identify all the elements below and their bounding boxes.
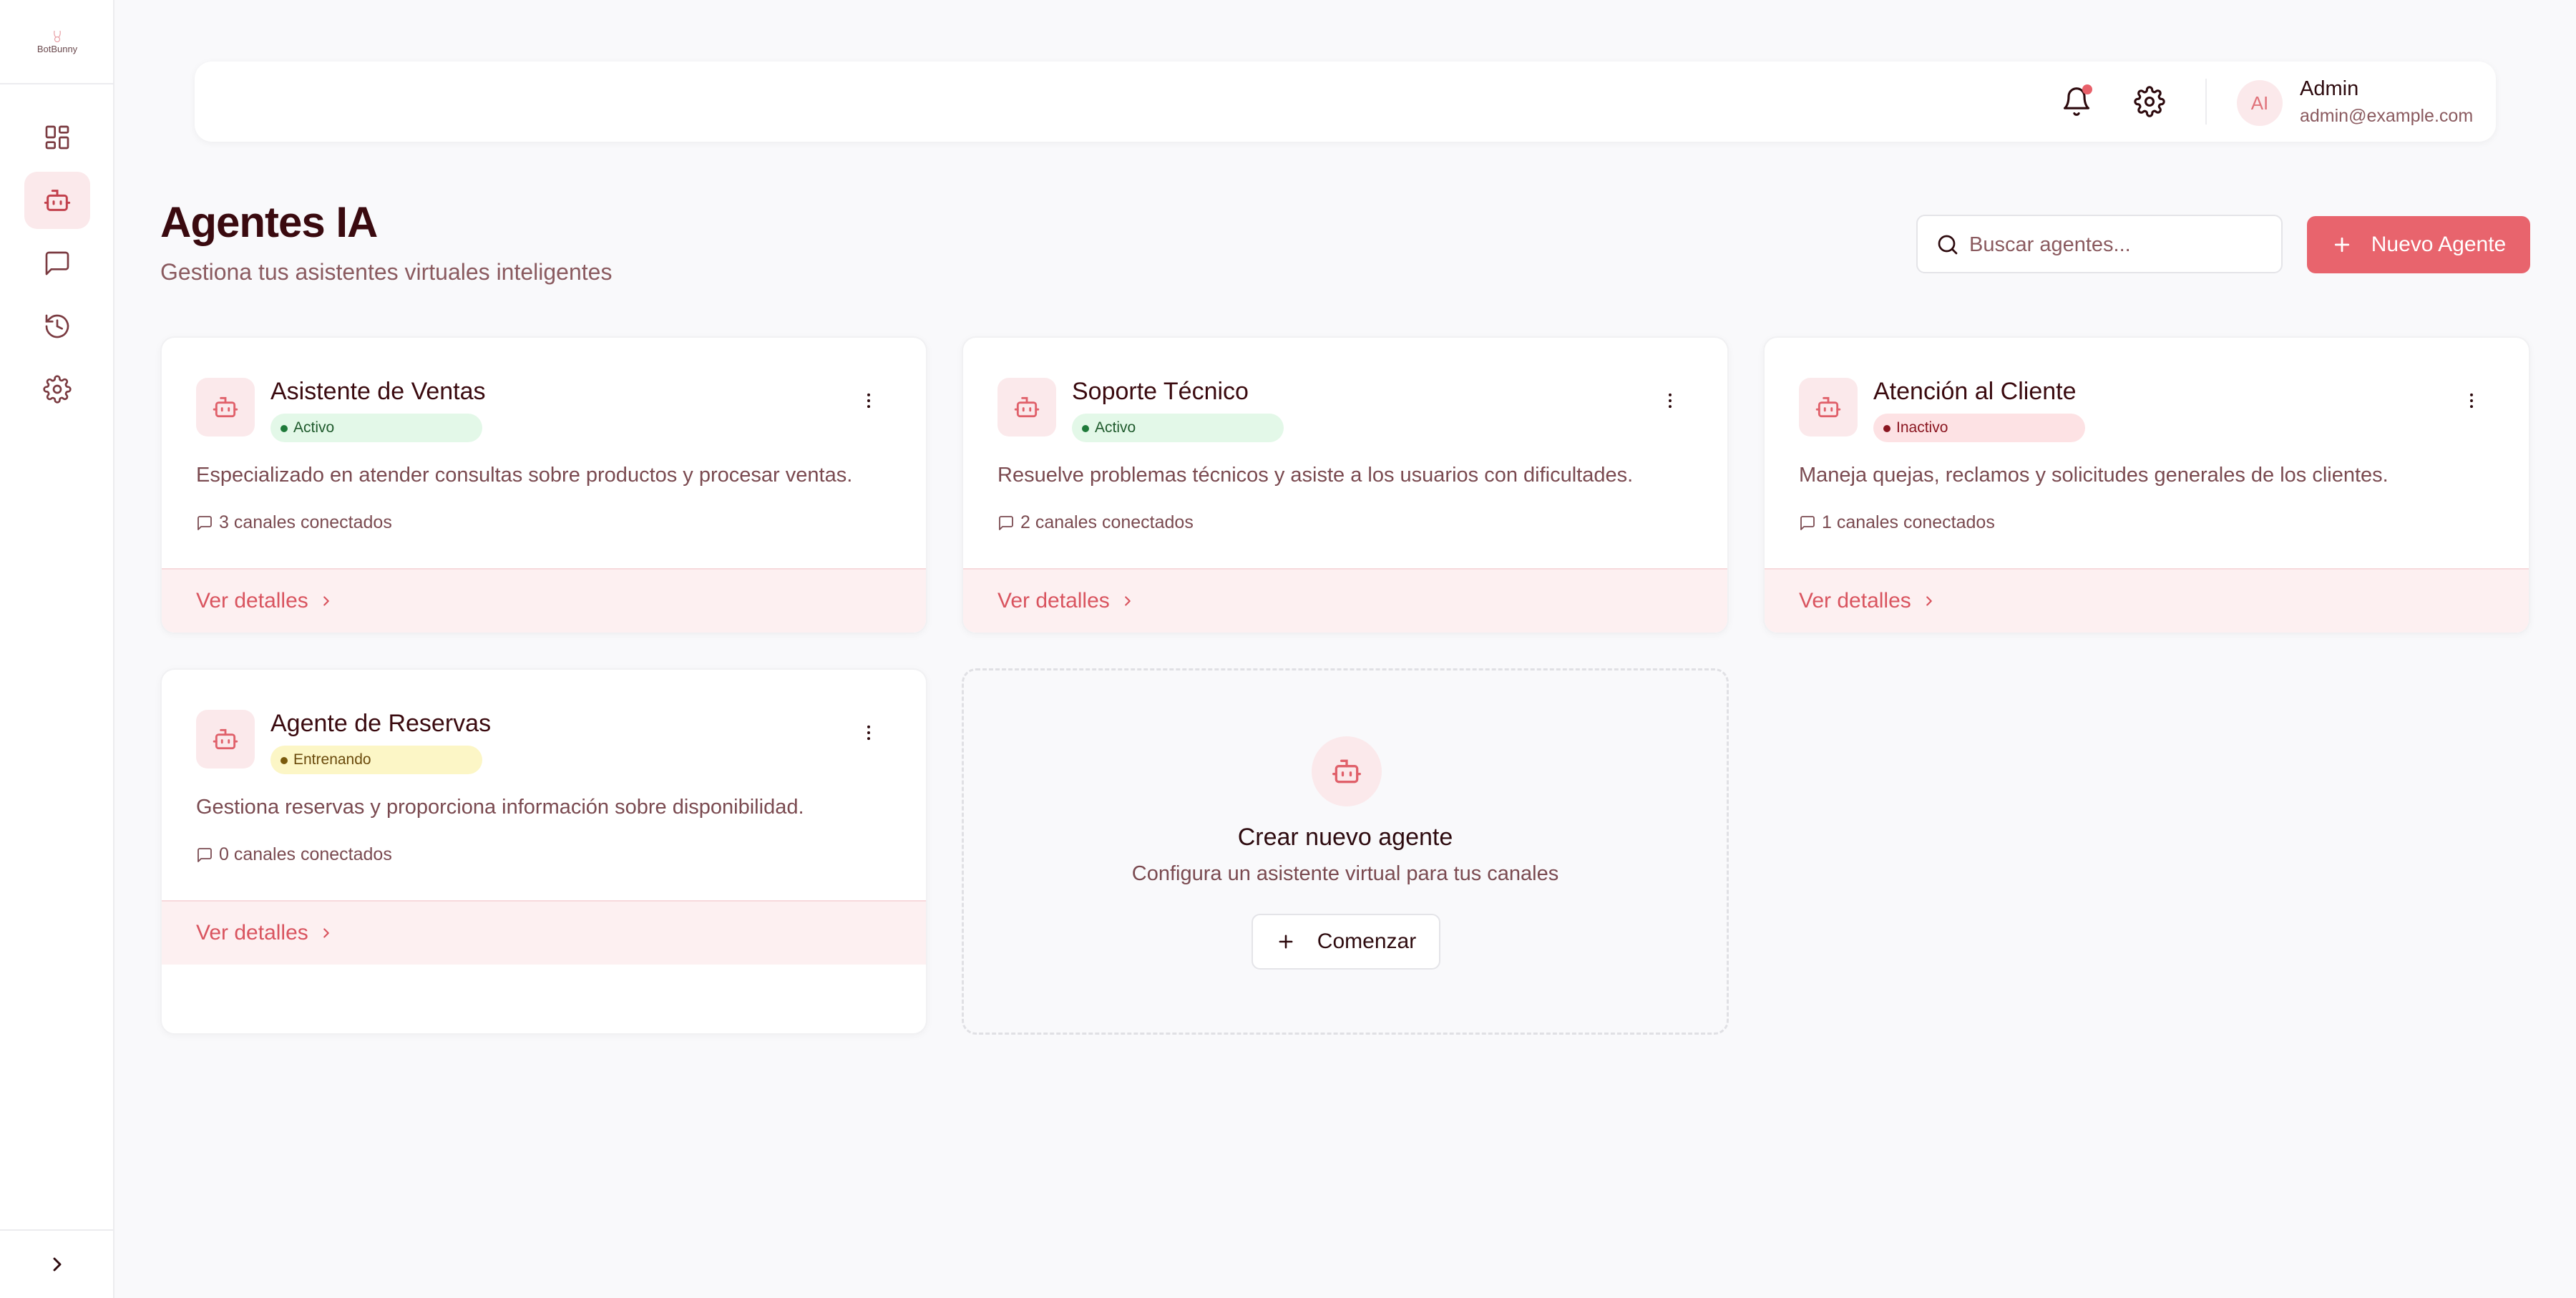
chevron-right-icon [1926,596,1932,606]
sidebar: BotBunny [0,0,114,1298]
more-vertical-icon [2470,393,2473,409]
view-details-link[interactable]: Ver detalles [162,900,926,965]
more-vertical-icon [867,725,870,741]
message-icon [197,847,212,862]
agent-channels-label: 2 canales conectados [1020,512,1194,532]
chevron-right-icon [323,928,329,938]
agent-menu-button[interactable] [857,386,880,415]
bunny-logo-icon [54,30,61,42]
create-agent-subtitle: Configura un asistente virtual para tus … [1131,862,1559,885]
agent-avatar [997,378,1056,436]
view-details-link[interactable]: Ver detalles [963,568,1727,633]
status-badge: Activo [270,414,482,442]
create-agent-title: Crear nuevo agente [1237,824,1453,851]
status-badge: Activo [1072,414,1284,442]
header-settings-button[interactable] [2131,83,2168,120]
dashboard-icon [45,125,69,150]
page-subtitle: Gestiona tus asistentes virtuales inteli… [160,259,613,285]
view-details-label: Ver detalles [196,921,308,945]
agent-channels: 3 canales conectados [196,512,392,533]
logo-text: BotBunny [36,43,78,54]
agent-channels: 0 canales conectados [196,844,392,865]
chevron-right-icon [53,1257,62,1272]
chevron-right-icon [1124,596,1131,606]
bot-icon [1815,396,1841,418]
sidebar-item-agents[interactable] [24,172,90,229]
agent-menu-button[interactable] [857,718,880,747]
agent-menu-button[interactable] [2460,386,2483,415]
chevron-right-icon [323,596,329,606]
agent-channels: 1 canales conectados [1799,512,1995,533]
view-details-link[interactable]: Ver detalles [1765,568,2529,633]
bot-icon [1332,759,1361,784]
create-agent-avatar [1312,736,1382,806]
agent-avatar [196,378,255,436]
gear-icon [2134,86,2165,117]
agent-channels-label: 0 canales conectados [219,844,392,864]
history-icon [45,314,69,338]
search-icon [1938,235,1958,255]
agent-channels-label: 3 canales conectados [219,512,392,532]
agent-description: Especializado en atender consultas sobre… [196,464,853,487]
search-box [1916,215,2283,273]
logo[interactable]: BotBunny [0,0,114,84]
header-divider [2205,79,2207,125]
agent-description: Resuelve problemas técnicos y asiste a l… [997,464,1634,487]
agent-menu-button[interactable] [1659,386,1682,415]
agent-card: Agente de Reservas Entrenando Gestiona r… [160,668,927,1035]
sidebar-item-messages[interactable] [24,235,90,292]
bot-icon [1014,396,1040,418]
agent-description: Gestiona reservas y proporciona informac… [196,796,804,819]
agent-name: Atención al Cliente [1873,378,2077,405]
gear-icon [43,375,72,404]
plus-icon [2334,237,2349,253]
view-details-label: Ver detalles [196,589,308,613]
message-icon [999,515,1013,530]
avatar[interactable]: AI [2237,80,2283,126]
sidebar-item-settings[interactable] [24,361,90,418]
message-icon [197,515,212,530]
sidebar-item-history[interactable] [24,298,90,355]
more-vertical-icon [867,393,870,409]
user-name: Admin [2300,77,2359,100]
agent-card: Atención al Cliente Inactivo Maneja quej… [1763,336,2530,634]
new-agent-label: Nuevo Agente [2371,233,2507,256]
new-agent-button[interactable]: Nuevo Agente [2307,216,2530,273]
notification-dot [2082,84,2092,94]
sidebar-item-dashboard[interactable] [24,109,90,166]
search-input[interactable] [1969,228,2270,262]
agent-channels-label: 1 canales conectados [1822,512,1995,532]
user-email: admin@example.com [2300,106,2474,126]
agent-description: Maneja quejas, reclamos y solicitudes ge… [1799,464,2389,487]
view-details-label: Ver detalles [997,589,1110,613]
notifications-button[interactable] [2058,83,2095,120]
agent-avatar [1799,378,1858,436]
start-button-label: Comenzar [1317,929,1417,953]
message-icon [1800,515,1815,530]
more-vertical-icon [1669,393,1672,409]
agent-card: Asistente de Ventas Activo Especializado… [160,336,927,634]
bot-icon [213,396,238,418]
agent-channels: 2 canales conectados [997,512,1194,533]
agent-card: Soporte Técnico Activo Resuelve problema… [962,336,1729,634]
view-details-label: Ver detalles [1799,589,1911,613]
status-badge: Entrenando [270,746,482,774]
view-details-link[interactable]: Ver detalles [162,568,926,633]
page-title: Agentes IA [160,198,378,246]
status-badge: Inactivo [1873,414,2085,442]
sidebar-expand-button[interactable] [0,1229,114,1298]
agent-avatar [196,710,255,768]
agent-name: Soporte Técnico [1072,378,1249,405]
agent-name: Asistente de Ventas [270,378,486,405]
agent-name: Agente de Reservas [270,710,492,737]
bot-icon [44,190,71,211]
create-agent-card: Crear nuevo agente Configura un asistent… [962,668,1729,1035]
bot-icon [213,728,238,750]
plus-icon [1279,935,1293,949]
start-button[interactable]: Comenzar [1252,914,1440,970]
top-header: AI Admin admin@example.com [195,62,2496,142]
message-icon [45,251,69,275]
